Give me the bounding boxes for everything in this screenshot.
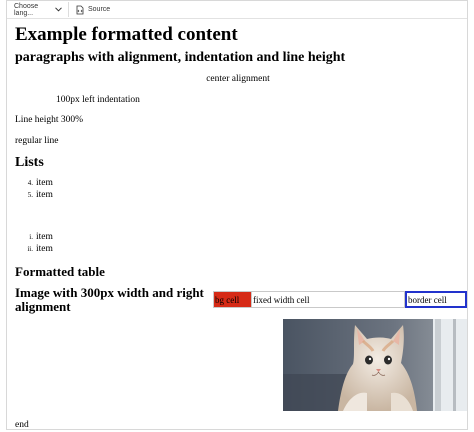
indented-paragraph: 100px left indentation <box>56 95 140 105</box>
table-cell-bg[interactable]: bg cell <box>213 291 252 308</box>
heading-lists: Lists <box>15 155 44 170</box>
chevron-down-icon <box>55 6 62 14</box>
cat-image <box>283 319 467 411</box>
center-aligned-paragraph: center alignment <box>206 74 270 84</box>
formatted-table: bg cell fixed width cell border cell <box>213 291 467 308</box>
list-item-text: item <box>36 190 53 200</box>
list-marker: ii. <box>27 245 33 253</box>
language-select[interactable]: Choose lang... <box>7 2 69 17</box>
source-code-icon <box>75 5 85 15</box>
heading-image: Image with 300px width and right alignme… <box>15 285 204 314</box>
line-height-paragraph: Line height 300% <box>15 115 84 125</box>
table-cell-fixed-width[interactable]: fixed width cell <box>252 291 405 308</box>
list-marker: 5. <box>27 191 33 199</box>
list-item-text: item <box>36 244 53 254</box>
heading-formatted-table: Formatted table <box>15 264 105 279</box>
heading-paragraphs: paragraphs with alignment, indentation a… <box>15 50 346 65</box>
regular-paragraph: regular line <box>15 136 59 146</box>
editor-toolbar: Choose lang... Source <box>7 1 467 19</box>
editor-frame: Choose lang... Source Example formatted … <box>6 0 468 430</box>
language-select-value: Choose lang... <box>14 2 39 17</box>
list-item: ii. item <box>15 244 53 254</box>
list-marker: i. <box>29 233 33 241</box>
list-item: i. item <box>15 232 53 242</box>
end-paragraph: end <box>15 420 29 430</box>
table-cell-border[interactable]: border cell <box>405 291 467 308</box>
list-item-text: item <box>36 232 53 242</box>
source-label: Source <box>88 6 111 13</box>
list-marker: 4. <box>27 179 33 187</box>
list-item-text: item <box>36 178 53 188</box>
page-title: Example formatted content <box>15 24 238 45</box>
list-item: 5. item <box>15 190 53 200</box>
source-button[interactable]: Source <box>75 5 110 15</box>
list-item: 4. item <box>15 178 53 188</box>
